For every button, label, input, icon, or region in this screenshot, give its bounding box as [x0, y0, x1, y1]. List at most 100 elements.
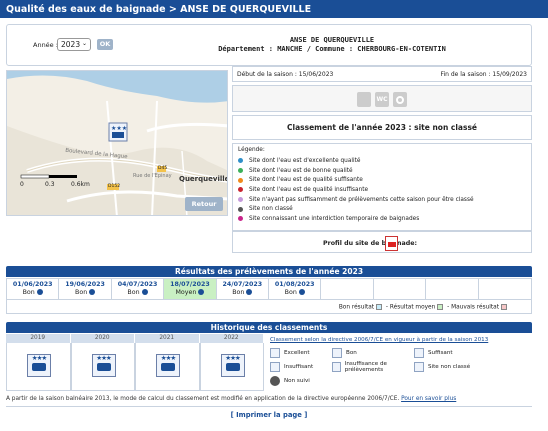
footnote: A partir de la saison balnéaire 2013, le… [6, 396, 532, 402]
site-map[interactable]: ★★★ Boulevard de la Hague Rue de l'Epina… [6, 70, 228, 216]
arrow-right-icon[interactable] [36, 289, 43, 295]
legend-label: Insuffisant [284, 364, 314, 370]
lifebuoy-icon [393, 92, 407, 107]
legend-item: Site dont l'eau est de bonne qualité [238, 166, 526, 176]
legend-item-label: Site dont l'eau est de bonne qualité [249, 167, 353, 174]
classement-badge-icon: ★★★ [220, 354, 245, 377]
legend-label: Site non classé [428, 364, 471, 370]
status-dot-icon [238, 187, 243, 193]
svg-text:★★★: ★★★ [111, 125, 127, 132]
result-date: 18/07/2023 [170, 281, 210, 288]
divider [6, 406, 532, 407]
legend-item: Site dont l'eau est de qualité insuffisa… [238, 185, 526, 195]
document-icon [357, 92, 371, 107]
classement-status: Classement de l'année 2023 : site non cl… [232, 115, 532, 140]
history-years: 2019 ★★★ 2020 ★★★ 2021 ★★★ 2022 ★★★ [6, 334, 264, 391]
result-value: Bon [127, 289, 140, 296]
result-value: Bon [284, 289, 297, 296]
legend-item: Site dont l'eau est d'excellente qualité [238, 156, 526, 166]
result-cell-empty [426, 279, 479, 299]
status-dot-icon [238, 216, 243, 222]
facilities-row: WC [232, 85, 532, 112]
wc-icon: WC [375, 92, 389, 107]
legend-non-classe: Site non classé [414, 361, 494, 373]
map-scale-0: 0 [20, 181, 24, 188]
retour-button[interactable]: Retour [185, 197, 223, 211]
classement-badge-icon: ★★★ [27, 354, 51, 377]
results-legend: Bon résultat - Résultat moyen - Mauvais … [6, 300, 532, 314]
site-header-panel: Année : 2023 ⌄ OK ANSE DE QUERQUEVILLE Dé… [6, 24, 532, 66]
legend-item-label: Site connaissant une interdiction tempor… [249, 215, 420, 222]
map-town-label: Querqueville [179, 175, 228, 183]
map-road-d45: D45 [158, 166, 168, 171]
legend-non-suivi: Non suivi [270, 376, 332, 386]
legend-item: Site dont l'eau est de qualité suffisant… [238, 175, 526, 185]
result-cell[interactable]: 24/07/2023 Bon [217, 279, 270, 299]
mauvais-swatch [501, 304, 507, 310]
result-cell[interactable]: 01/08/2023 Bon [269, 279, 322, 299]
year-label: Année : [33, 41, 58, 49]
history-year: 2020 ★★★ [70, 334, 135, 391]
history-year: 2022 ★★★ [199, 334, 264, 391]
non-suivi-icon [270, 376, 280, 386]
learn-more-link[interactable]: Pour en savoir plus [401, 396, 456, 402]
history-year-label: 2019 [6, 334, 71, 343]
legend-label: Insuffisance de prélèvements [344, 361, 387, 373]
season-end: Fin de la saison : 15/09/2023 [440, 71, 527, 78]
result-cell[interactable]: 18/07/2023 Moyen [164, 279, 217, 299]
result-cell-empty [321, 279, 374, 299]
result-cell[interactable]: 04/07/2023 Bon [112, 279, 165, 299]
legend-item: Site connaissant une interdiction tempor… [238, 214, 526, 224]
result-value: Moyen [175, 289, 197, 296]
legend-insuffisant: Insuffisant [270, 361, 332, 373]
result-date: 01/08/2023 [274, 281, 315, 288]
profil-label: Profil du site de baignade: [323, 240, 418, 247]
result-value: Bon [22, 289, 35, 296]
history-legend-link[interactable]: Classement selon la directive 2006/7/CE … [270, 337, 532, 343]
legend-bon: Bon résultat [338, 304, 375, 311]
legend-item: Site n'ayant pas suffisamment de prélève… [238, 195, 526, 205]
year-select-value: 2023 [61, 40, 81, 49]
chevron-down-icon: ⌄ [81, 40, 87, 47]
arrow-right-icon[interactable] [141, 289, 148, 295]
ok-button[interactable]: OK [97, 39, 113, 50]
legend-label: Non suivi [284, 378, 310, 384]
legend-mauvais: - Mauvais résultat [447, 304, 499, 311]
legend-item-label: Site dont l'eau est de qualité insuffisa… [249, 186, 369, 193]
map-street-label-2: Rue de l'Epinay [133, 173, 172, 179]
year-select[interactable]: 2023 ⌄ [57, 38, 91, 51]
history-year-label: 2021 [135, 334, 200, 343]
history-year: 2019 ★★★ [6, 334, 71, 391]
footnote-text: A partir de la saison balnéaire 2013, le… [6, 396, 400, 402]
pdf-icon[interactable] [385, 236, 398, 251]
page-title: Qualité des eaux de baignade > ANSE DE Q… [6, 4, 312, 15]
legend-label: Suffisant [428, 350, 453, 356]
arrow-right-icon[interactable] [89, 289, 96, 295]
legend-item-label: Site n'ayant pas suffisamment de prélève… [249, 196, 474, 203]
arrow-right-icon[interactable] [298, 289, 305, 295]
result-date: 04/07/2023 [117, 281, 158, 288]
history-year: 2021 ★★★ [135, 334, 200, 391]
site-name: ANSE DE QUERQUEVILLE [289, 36, 375, 44]
arrow-right-icon[interactable] [198, 289, 205, 295]
site-title: ANSE DE QUERQUEVILLE Département : MANCH… [207, 36, 457, 54]
history-title: Historique des classements [6, 322, 532, 333]
legend-insuffisance-prelevements: Insuffisance de prélèvements [332, 361, 414, 373]
status-dot-icon [238, 168, 243, 174]
history-year-label: 2020 [70, 334, 135, 343]
map-scale-1: 0.3 [45, 181, 55, 188]
map-road-d152: D152 [108, 184, 121, 189]
result-date: 24/07/2023 [222, 281, 263, 288]
print-page-link[interactable]: [ Imprimer la page ] [6, 411, 532, 419]
status-dot-icon [238, 158, 243, 164]
legend-item-label: Site dont l'eau est de qualité suffisant… [249, 177, 363, 184]
arrow-right-icon[interactable] [246, 289, 253, 295]
legend-label: Excellent [284, 350, 310, 356]
history-legend: Classement selon la directive 2006/7/CE … [266, 334, 532, 391]
result-cell[interactable]: 19/06/2023 Bon [59, 279, 112, 299]
insuffisant-icon [270, 362, 280, 372]
result-cell[interactable]: 01/06/2023 Bon [7, 279, 60, 299]
season-dates: Début de la saison : 15/06/2023 Fin de l… [232, 66, 532, 82]
legend-excellent: Excellent [270, 348, 332, 358]
status-dot-icon [238, 206, 243, 212]
